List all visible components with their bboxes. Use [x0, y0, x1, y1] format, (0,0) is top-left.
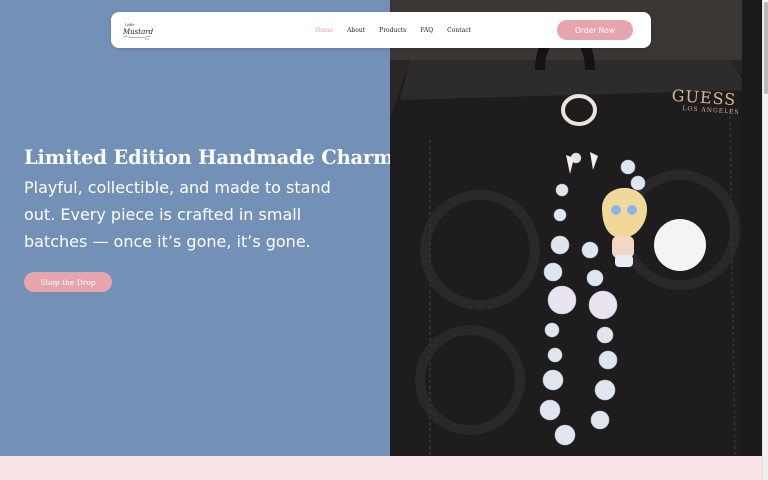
- nav-contact-link[interactable]: Contact: [447, 27, 471, 34]
- scrollbar-thumb[interactable]: [764, 2, 768, 94]
- shop-the-drop-button[interactable]: Shop the Drop: [24, 272, 112, 292]
- hero-image: GUESS LOS ANGELES: [390, 0, 762, 456]
- nav-links: Home About Products FAQ Contact: [315, 12, 471, 48]
- nav-faq-link[interactable]: FAQ: [420, 27, 433, 34]
- nav-products-link[interactable]: Products: [379, 27, 406, 34]
- nav-about-link[interactable]: About: [347, 27, 365, 34]
- logo-mark-icon[interactable]: Little Mustard Co: [119, 19, 155, 41]
- hero-title: Limited Edition Handmade Charms: [24, 146, 405, 169]
- hero-description: Playful, collectible, and made to stand …: [24, 178, 331, 251]
- top-navbar: Little Mustard Co Home About Products FA…: [111, 12, 651, 48]
- svg-text:Co: Co: [145, 37, 149, 41]
- logo-text: Mustard: [122, 28, 154, 36]
- hero-section: Limited Edition Handmade Charms Playful,…: [0, 0, 405, 456]
- order-now-button[interactable]: Order Now: [557, 20, 633, 40]
- nav-home-link[interactable]: Home: [315, 27, 333, 34]
- next-section-band: [0, 456, 762, 480]
- charm-bag-photo: [390, 0, 762, 456]
- page-scrollbar[interactable]: [762, 0, 768, 480]
- svg-text:Little: Little: [125, 23, 134, 27]
